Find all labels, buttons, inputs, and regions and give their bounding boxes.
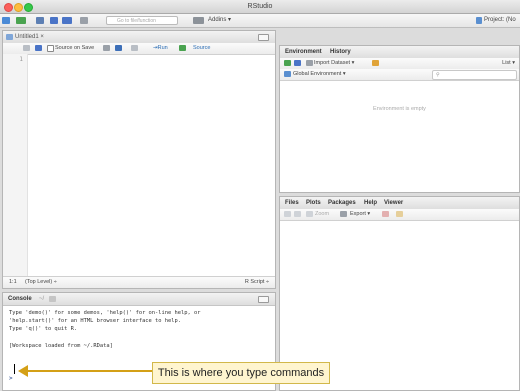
global-environment-selector[interactable]: Global Environment ▾	[293, 69, 346, 80]
console-title: Console	[8, 296, 32, 302]
previous-plot-icon[interactable]	[284, 211, 291, 217]
rerun-icon[interactable]	[179, 45, 186, 51]
source-on-save-label: Source on Save	[55, 45, 95, 51]
environment-empty-message: Environment is empty	[373, 106, 426, 112]
console-working-dir: ~/	[39, 296, 45, 302]
code-editor-area[interactable]	[28, 54, 275, 277]
save-workspace-icon[interactable]	[294, 60, 301, 66]
new-file-icon[interactable]	[2, 17, 10, 24]
goto-file-input[interactable]: Go to file/function	[106, 16, 178, 25]
console-line: Type 'demo()' for some demos, 'help()' f…	[9, 310, 201, 316]
export-menu[interactable]: Export ▾	[350, 209, 370, 220]
tab-viewer[interactable]: Viewer	[384, 197, 403, 209]
open-file-icon[interactable]	[36, 17, 44, 24]
tab-environment[interactable]: Environment	[285, 46, 322, 58]
source-on-save-checkbox[interactable]	[47, 45, 54, 52]
environment-search-input[interactable]: ⚲	[432, 70, 517, 80]
run-button[interactable]: ⇥Run	[153, 43, 168, 54]
source-button[interactable]: Source	[193, 43, 210, 54]
zoom-icon[interactable]	[306, 211, 313, 217]
save-file-icon[interactable]	[35, 45, 42, 51]
print-icon[interactable]	[80, 17, 88, 24]
tab-history[interactable]: History	[330, 46, 351, 58]
window-title-bar: RStudio	[0, 0, 520, 14]
environment-scope-bar: Global Environment ▾ ⚲	[280, 69, 519, 81]
zoom-window-icon[interactable]	[24, 3, 33, 12]
maximize-pane-icon[interactable]	[258, 34, 269, 41]
environment-pane: Environment History Import Dataset ▾ Lis…	[279, 45, 520, 193]
close-window-icon[interactable]	[4, 3, 13, 12]
next-plot-icon[interactable]	[294, 211, 301, 217]
new-project-icon[interactable]	[16, 17, 26, 24]
search-icon: ⚲	[436, 72, 440, 78]
source-editor-pane: Untitled1 × Source on Save ⇥Run Source 1…	[2, 30, 276, 289]
minimize-window-icon[interactable]	[14, 3, 23, 12]
save-all-icon[interactable]	[62, 17, 72, 24]
environment-icon	[284, 71, 291, 77]
back-arrow-icon[interactable]	[23, 45, 30, 51]
load-workspace-icon[interactable]	[284, 60, 291, 66]
tab-plots[interactable]: Plots	[306, 197, 321, 209]
cursor-position: 1:1	[9, 279, 17, 285]
compile-report-icon[interactable]	[131, 45, 138, 51]
console-prompt: >	[9, 375, 13, 382]
list-view-selector[interactable]: List ▾	[502, 58, 515, 69]
zoom-button[interactable]: Zoom	[315, 209, 329, 220]
console-line: 'help.start()' for an HTML browser inter…	[9, 318, 182, 324]
workspace: Untitled1 × Source on Save ⇥Run Source 1…	[0, 28, 520, 391]
broom-icon[interactable]	[372, 60, 379, 66]
file-type-selector[interactable]: R Script ÷	[245, 277, 269, 288]
export-icon[interactable]	[340, 211, 347, 217]
annotation-arrow-icon	[18, 365, 152, 377]
tab-help[interactable]: Help	[364, 197, 377, 209]
project-menu[interactable]: Project: (No	[484, 14, 516, 27]
annotation-callout: This is where you type commands	[152, 362, 330, 384]
import-dataset-icon[interactable]	[306, 60, 313, 66]
window-title: RStudio	[247, 3, 273, 10]
go-to-directory-icon[interactable]	[49, 296, 56, 302]
tab-files[interactable]: Files	[285, 197, 299, 209]
console-line: Type 'q()' to quit R.	[9, 326, 78, 332]
save-icon[interactable]	[50, 17, 58, 24]
search-icon[interactable]	[103, 45, 110, 51]
maximize-console-icon[interactable]	[258, 296, 269, 303]
project-icon	[476, 17, 482, 24]
scope-selector[interactable]: (Top Level) ÷	[25, 277, 57, 288]
workspace-panes-icon[interactable]	[193, 17, 204, 24]
addins-menu[interactable]: Addins ▾	[208, 14, 231, 27]
clear-plots-icon[interactable]	[396, 211, 403, 217]
import-dataset-button[interactable]: Import Dataset ▾	[314, 58, 354, 69]
wand-icon[interactable]	[115, 45, 122, 51]
tab-packages[interactable]: Packages	[328, 197, 356, 209]
remove-plot-icon[interactable]	[382, 211, 389, 217]
editor-status-bar: 1:1 (Top Level) ÷ R Script ÷	[3, 276, 275, 288]
tab-untitled1[interactable]: Untitled1 ×	[15, 31, 44, 43]
console-cursor	[14, 364, 15, 374]
plots-toolbar: Zoom Export ▾	[280, 209, 519, 221]
line-number: 1	[19, 56, 23, 63]
console-line: [Workspace loaded from ~/.RData]	[9, 343, 113, 349]
line-number-gutter: 1	[3, 54, 28, 277]
main-toolbar: Go to file/function Addins ▾ Project: (N…	[0, 14, 520, 28]
r-file-icon	[6, 34, 13, 40]
